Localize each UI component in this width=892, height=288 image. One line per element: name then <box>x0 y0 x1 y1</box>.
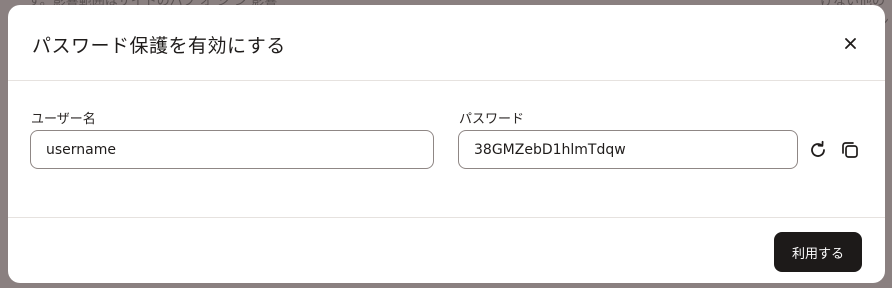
password-label: パスワード <box>459 112 525 127</box>
password-field[interactable] <box>458 130 798 169</box>
dialog-title: パスワード保護を有効にする <box>32 35 286 57</box>
username-label: ユーザー名 <box>31 112 96 127</box>
copy-password-button[interactable] <box>838 138 862 162</box>
dialog-header: パスワード保護を有効にする <box>8 5 885 81</box>
copy-icon <box>842 142 858 158</box>
password-protection-dialog: パスワード保護を有効にする ユーザー名 パスワード 利用する <box>8 5 885 283</box>
dialog-footer: 利用する <box>8 219 885 283</box>
submit-button[interactable]: 利用する <box>774 232 862 272</box>
regenerate-password-button[interactable] <box>806 138 830 162</box>
refresh-icon <box>811 140 825 157</box>
username-field[interactable] <box>30 130 434 169</box>
close-button[interactable] <box>840 33 860 53</box>
close-icon <box>844 37 856 49</box>
dialog-body: ユーザー名 パスワード <box>8 81 885 218</box>
